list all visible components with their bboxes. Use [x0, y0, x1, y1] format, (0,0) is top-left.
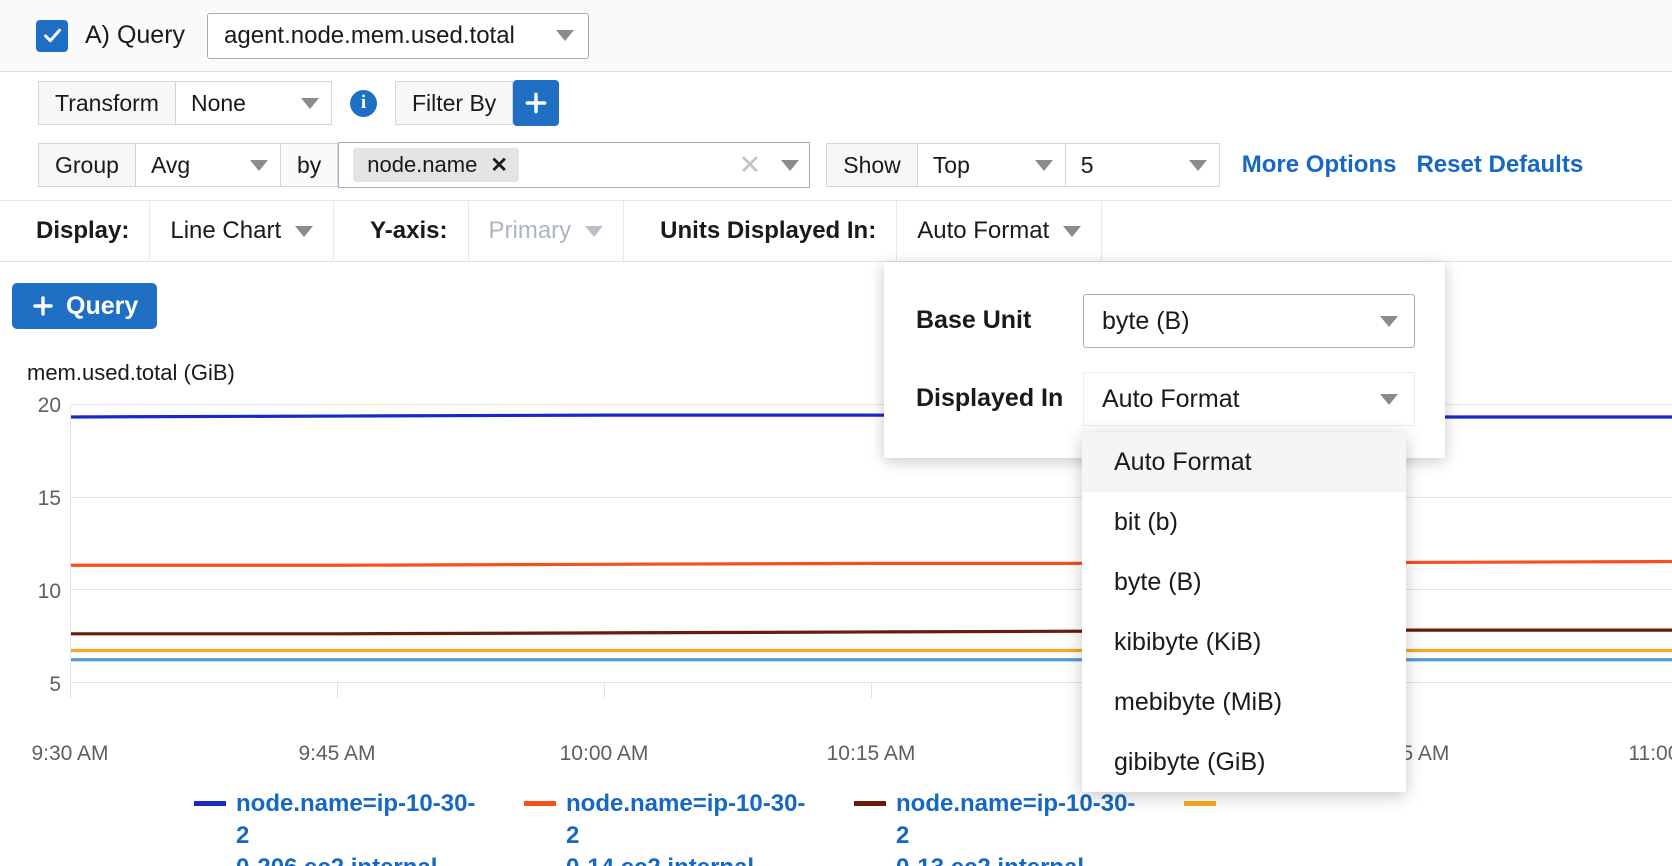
legend-label[interactable]: node.name=ip-10-30-20-13.ec2.internal — [896, 788, 1148, 866]
metric-select-value: agent.node.mem.used.total — [224, 22, 515, 50]
transform-label: Transform — [38, 81, 176, 125]
plus-icon — [523, 90, 549, 116]
group-aggregation-select[interactable]: Avg — [136, 143, 281, 187]
add-query-label: Query — [66, 292, 138, 321]
query-header-row: A) Query agent.node.mem.used.total — [0, 0, 1672, 72]
x-axis-tick — [337, 682, 338, 698]
y-tick-label: 15 — [1, 487, 61, 511]
x-tick-label: 9:45 AM — [298, 742, 375, 766]
legend-color-swatch — [1184, 801, 1216, 806]
chevron-down-icon — [585, 226, 603, 237]
units-displayed-in-value: Auto Format — [917, 217, 1049, 245]
chevron-down-icon — [1380, 316, 1398, 327]
more-options-link[interactable]: More Options — [1242, 151, 1397, 179]
legend-color-swatch — [854, 801, 886, 806]
y-tick-label: 20 — [1, 394, 61, 418]
chevron-down-icon — [1063, 226, 1081, 237]
x-tick-label: 10:00 AM — [560, 742, 649, 766]
chart-line-series — [71, 562, 1672, 566]
displayed-in-select[interactable]: Auto Format — [1083, 372, 1415, 426]
x-axis-tick — [871, 682, 872, 698]
group-show-row: Group Avg by node.name ✕ ✕ Show Top 5 Mo… — [0, 134, 1672, 196]
displayed-in-option[interactable]: gibibyte (GiB) — [1082, 732, 1406, 792]
chevron-down-icon — [1035, 160, 1053, 171]
transform-select-value: None — [191, 90, 246, 117]
displayed-in-option[interactable]: bit (b) — [1082, 492, 1406, 552]
x-tick-label: 11:00 AM — [1628, 742, 1672, 766]
group-by-field[interactable]: node.name ✕ ✕ — [338, 142, 810, 188]
metric-select[interactable]: agent.node.mem.used.total — [207, 13, 589, 59]
chevron-down-icon[interactable] — [781, 160, 799, 171]
check-icon — [42, 25, 63, 46]
clear-field-icon[interactable]: ✕ — [739, 150, 762, 181]
chevron-down-icon — [295, 226, 313, 237]
displayed-in-options-list[interactable]: Auto Formatbit (b)byte (B)kibibyte (KiB)… — [1082, 432, 1406, 792]
y-tick-label: 5 — [1, 673, 61, 697]
transform-select[interactable]: None — [176, 81, 332, 125]
x-axis-tick — [604, 682, 605, 698]
add-query-button[interactable]: Query — [12, 283, 157, 329]
x-tick-label: 9:30 AM — [31, 742, 108, 766]
group-by-chip[interactable]: node.name ✕ — [353, 148, 519, 182]
chart-line-series — [71, 630, 1672, 634]
displayed-in-value: Auto Format — [1102, 385, 1240, 414]
show-count-value: 5 — [1081, 152, 1094, 179]
legend-color-swatch — [194, 801, 226, 806]
displayed-in-label: Displayed In — [916, 384, 1063, 413]
chart-title: mem.used.total (GiB) — [27, 360, 235, 386]
display-type-value: Line Chart — [170, 217, 281, 245]
display-type-select[interactable]: Line Chart — [150, 201, 334, 261]
legend-item[interactable]: node.name=ip-10-30-20-14.ec2.internal — [524, 788, 818, 866]
remove-chip-icon[interactable]: ✕ — [490, 153, 508, 178]
base-unit-label: Base Unit — [916, 306, 1031, 335]
reset-defaults-link[interactable]: Reset Defaults — [1416, 151, 1583, 179]
base-unit-select[interactable]: byte (B) — [1083, 294, 1415, 348]
chevron-down-icon — [1380, 394, 1398, 405]
legend-item[interactable]: node.name=ip-10-30-20-13.ec2.internal — [854, 788, 1148, 866]
show-label: Show — [826, 143, 918, 187]
displayed-in-option[interactable]: byte (B) — [1082, 552, 1406, 612]
group-label: Group — [38, 143, 136, 187]
units-displayed-in-select[interactable]: Auto Format — [897, 201, 1102, 261]
group-aggregation-value: Avg — [151, 152, 190, 179]
units-displayed-in-label: Units Displayed In: — [624, 201, 897, 261]
display-label: Display: — [0, 201, 150, 261]
info-icon[interactable]: i — [350, 90, 377, 117]
units-popover: Base Unit byte (B) Displayed In Auto For… — [884, 262, 1445, 458]
transform-filter-row: Transform None i Filter By — [0, 72, 1672, 134]
base-unit-value: byte (B) — [1102, 307, 1190, 336]
display-row-filler — [1102, 201, 1672, 261]
chevron-down-icon — [556, 30, 574, 41]
by-label: by — [281, 143, 338, 187]
display-options-row: Display: Line Chart Y-axis: Primary Unit… — [0, 200, 1672, 262]
legend-item[interactable]: node.name=ip-10-30-20-206.ec2.internal — [194, 788, 488, 866]
plus-icon — [31, 294, 55, 318]
chevron-down-icon — [301, 98, 319, 109]
y-axis-select[interactable]: Primary — [469, 201, 625, 261]
query-label: A) Query — [85, 21, 185, 50]
displayed-in-option[interactable]: mebibyte (MiB) — [1082, 672, 1406, 732]
displayed-in-option[interactable]: Auto Format — [1082, 432, 1406, 492]
query-enabled-checkbox[interactable] — [36, 20, 68, 52]
y-tick-label: 10 — [1, 580, 61, 604]
add-filter-button[interactable] — [513, 80, 559, 126]
displayed-in-option[interactable]: kibibyte (KiB) — [1082, 612, 1406, 672]
x-tick-label: 10:15 AM — [827, 742, 916, 766]
show-rank-value: Top — [933, 152, 970, 179]
show-rank-select[interactable]: Top — [918, 143, 1066, 187]
x-axis-tick — [70, 682, 71, 698]
y-axis-label: Y-axis: — [334, 201, 468, 261]
chevron-down-icon — [250, 160, 268, 171]
chart-legend: node.name=ip-10-30-20-206.ec2.internal no… — [0, 788, 1672, 866]
y-axis-value: Primary — [489, 217, 572, 245]
chevron-down-icon — [1189, 160, 1207, 171]
filter-by-button[interactable]: Filter By — [395, 81, 513, 125]
show-count-select[interactable]: 5 — [1066, 143, 1220, 187]
group-by-chip-label: node.name — [367, 152, 477, 178]
legend-color-swatch — [524, 801, 556, 806]
legend-label[interactable]: node.name=ip-10-30-20-14.ec2.internal — [566, 788, 818, 866]
legend-label[interactable]: node.name=ip-10-30-20-206.ec2.internal — [236, 788, 488, 866]
